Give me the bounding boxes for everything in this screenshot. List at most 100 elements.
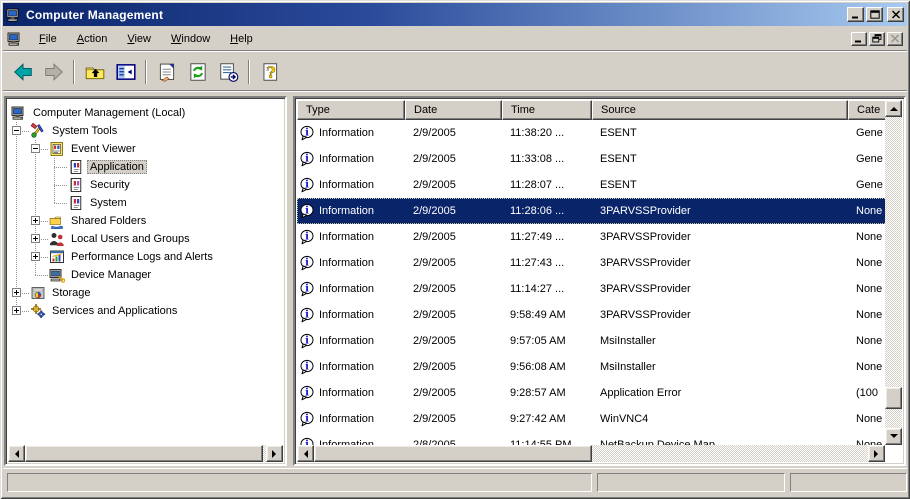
- tree-item-label[interactable]: System Tools: [49, 124, 120, 138]
- tree-item-local-users-and-groups[interactable]: Local Users and Groups: [8, 230, 283, 248]
- event-category: None: [848, 224, 889, 250]
- tree-expand-toggle-plus[interactable]: [31, 216, 40, 225]
- tree-expand-toggle-plus[interactable]: [12, 306, 21, 315]
- scroll-down-button[interactable]: [885, 428, 902, 445]
- tree-expand-toggle-plus[interactable]: [31, 252, 40, 261]
- event-row[interactable]: iInformation2/9/200511:27:49 ...3PARVSSP…: [297, 224, 889, 250]
- mdi-minimize-button[interactable]: [851, 32, 867, 46]
- show-hide-console-tree-icon: [115, 61, 137, 83]
- event-category: Gene: [848, 172, 889, 198]
- event-row[interactable]: iInformation2/9/200511:14:27 ...3PARVSSP…: [297, 276, 889, 302]
- scrollbar-thumb[interactable]: [885, 387, 902, 409]
- minimize-button[interactable]: [847, 7, 864, 22]
- scroll-right-button[interactable]: [266, 445, 283, 462]
- tree-item-event-viewer[interactable]: Event Viewer: [8, 140, 283, 158]
- mdi-system-menu-icon[interactable]: [7, 31, 23, 47]
- performance-icon: [49, 249, 65, 265]
- column-header-cate[interactable]: Cate: [848, 100, 889, 120]
- tree-item-system[interactable]: System: [8, 194, 283, 212]
- menu-file[interactable]: File: [29, 29, 67, 49]
- scroll-left-button[interactable]: [8, 445, 25, 462]
- event-source: MsiInstaller: [592, 354, 848, 380]
- tree-item-label[interactable]: Application: [87, 160, 147, 174]
- tree-expand-toggle-minus[interactable]: [12, 126, 21, 135]
- event-row[interactable]: iInformation2/9/200511:28:06 ...3PARVSSP…: [297, 198, 889, 224]
- toolbar-forward-button[interactable]: [38, 57, 69, 87]
- tree-item-system-tools[interactable]: System Tools: [8, 122, 283, 140]
- event-source: Application Error: [592, 380, 848, 406]
- tree-item-storage[interactable]: Storage: [8, 284, 283, 302]
- event-row[interactable]: iInformation2/9/20059:56:08 AMMsiInstall…: [297, 354, 889, 380]
- tree-expand-toggle-minus[interactable]: [31, 144, 40, 153]
- tree-item-label[interactable]: Local Users and Groups: [68, 232, 193, 246]
- mdi-restore-button[interactable]: [869, 32, 885, 46]
- scroll-left-button[interactable]: [297, 445, 314, 462]
- tree-item-label[interactable]: Shared Folders: [68, 214, 149, 228]
- information-icon: i: [299, 203, 315, 219]
- toolbar-export-list-button[interactable]: [213, 57, 244, 87]
- event-time: 9:57:05 AM: [502, 328, 592, 354]
- event-row[interactable]: iInformation2/9/200511:27:43 ...3PARVSSP…: [297, 250, 889, 276]
- tree-item-security[interactable]: Security: [8, 176, 283, 194]
- tree-item-device-manager[interactable]: Device Manager: [8, 266, 283, 284]
- tree-item-label[interactable]: Performance Logs and Alerts: [68, 250, 216, 264]
- tree-expand-toggle-plus[interactable]: [12, 288, 21, 297]
- tree-item-label[interactable]: Event Viewer: [68, 142, 139, 156]
- list-horizontal-scrollbar[interactable]: [297, 445, 885, 462]
- tree-item-services-and-applications[interactable]: Services and Applications: [8, 302, 283, 320]
- storage-icon: [30, 285, 46, 301]
- tree-item-label[interactable]: Computer Management (Local): [30, 106, 188, 120]
- menu-help[interactable]: Help: [220, 29, 263, 49]
- event-source: 3PARVSSProvider: [592, 224, 848, 250]
- toolbar-show-hide-console-tree-button[interactable]: [110, 57, 141, 87]
- event-type: Information: [319, 257, 374, 269]
- tree-item-label[interactable]: Storage: [49, 286, 94, 300]
- tree-item-computer-management-local[interactable]: Computer Management (Local): [8, 104, 283, 122]
- scrollbar-thumb[interactable]: [25, 445, 263, 462]
- toolbar-back-button[interactable]: [7, 57, 38, 87]
- title-bar[interactable]: Computer Management: [3, 3, 907, 26]
- tree-item-label[interactable]: System: [87, 196, 130, 210]
- scroll-up-button[interactable]: [885, 100, 902, 117]
- toolbar-up-one-level-button[interactable]: [79, 57, 110, 87]
- list-vertical-scrollbar[interactable]: [885, 100, 902, 445]
- scroll-right-button[interactable]: [868, 445, 885, 462]
- tree-item-performance-logs-and-alerts[interactable]: Performance Logs and Alerts: [8, 248, 283, 266]
- event-type-cell: iInformation: [297, 250, 405, 276]
- column-header-time[interactable]: Time: [502, 100, 592, 120]
- tree-horizontal-scrollbar[interactable]: [8, 445, 283, 462]
- scrollbar-thumb[interactable]: [314, 445, 592, 462]
- event-time: 9:56:08 AM: [502, 354, 592, 380]
- maximize-button[interactable]: [866, 7, 883, 22]
- event-row[interactable]: iInformation2/9/20059:27:42 AMWinVNC4Non…: [297, 406, 889, 432]
- tree-item-label[interactable]: Services and Applications: [49, 304, 180, 318]
- tree-item-application[interactable]: Application: [8, 158, 283, 176]
- mdi-close-button[interactable]: [887, 32, 903, 46]
- toolbar-properties-button[interactable]: [151, 57, 182, 87]
- menu-window[interactable]: Window: [161, 29, 220, 49]
- column-header-type[interactable]: Type: [297, 100, 405, 120]
- tree-item-label[interactable]: Device Manager: [68, 268, 154, 282]
- event-type-cell: iInformation: [297, 302, 405, 328]
- menu-action[interactable]: Action: [67, 29, 118, 49]
- event-type-cell: iInformation: [297, 224, 405, 250]
- event-row[interactable]: iInformation2/9/20059:58:49 AM3PARVSSPro…: [297, 302, 889, 328]
- toolbar-help-button[interactable]: ?: [254, 57, 285, 87]
- menu-view[interactable]: View: [117, 29, 161, 49]
- toolbar: ?: [3, 53, 907, 92]
- close-button[interactable]: [887, 7, 904, 22]
- event-row[interactable]: iInformation2/9/20059:28:57 AMApplicatio…: [297, 380, 889, 406]
- event-type: Information: [319, 283, 374, 295]
- tree-expand-toggle-plus[interactable]: [31, 234, 40, 243]
- svg-text:i: i: [305, 206, 309, 217]
- column-header-source[interactable]: Source: [592, 100, 848, 120]
- column-header-date[interactable]: Date: [405, 100, 502, 120]
- event-row[interactable]: iInformation2/9/20059:57:05 AMMsiInstall…: [297, 328, 889, 354]
- tree-item-label[interactable]: Security: [87, 178, 133, 192]
- event-row[interactable]: iInformation2/9/200511:28:07 ...ESENTGen…: [297, 172, 889, 198]
- event-date: 2/9/2005: [405, 406, 502, 432]
- event-row[interactable]: iInformation2/9/200511:38:20 ...ESENTGen…: [297, 120, 889, 146]
- tree-item-shared-folders[interactable]: Shared Folders: [8, 212, 283, 230]
- event-row[interactable]: iInformation2/9/200511:33:08 ...ESENTGen…: [297, 146, 889, 172]
- toolbar-refresh-button[interactable]: [182, 57, 213, 87]
